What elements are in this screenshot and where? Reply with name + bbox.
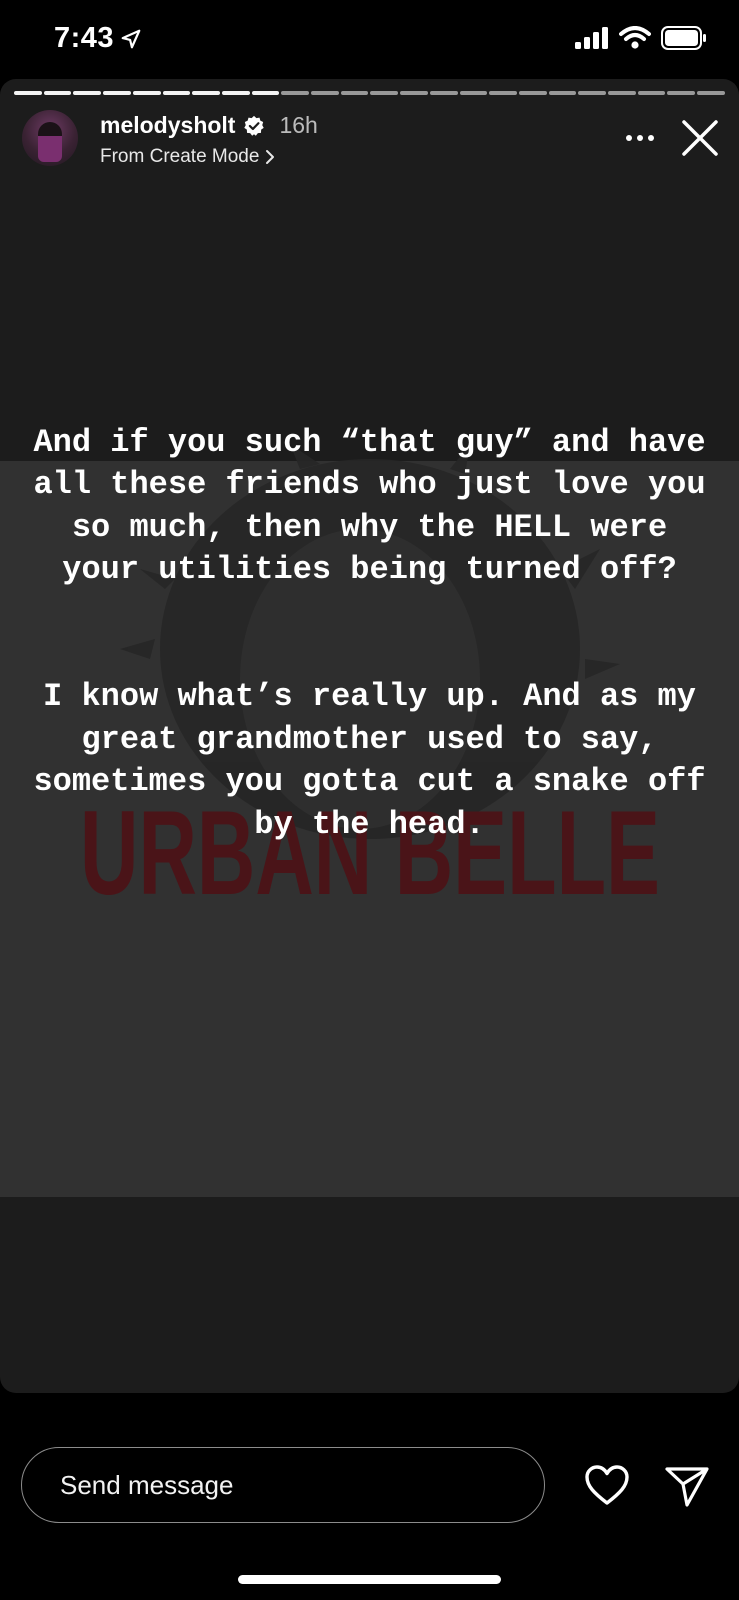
progress-segment — [162, 91, 191, 95]
progress-segment — [518, 91, 547, 95]
send-message-placeholder: Send message — [60, 1469, 234, 1500]
story-paragraph-1: And if you such “that guy” and have all … — [33, 423, 706, 589]
username[interactable]: melodysholt — [100, 112, 235, 139]
more-dots-icon — [626, 135, 654, 141]
home-indicator[interactable] — [238, 1575, 501, 1584]
story-progress-bar — [14, 91, 725, 95]
progress-segment — [192, 91, 220, 95]
story-text: And if you such “that guy” and have all … — [30, 379, 709, 889]
progress-segment — [370, 91, 399, 95]
progress-segment — [667, 91, 696, 95]
post-time-ago: 16h — [279, 112, 318, 138]
progress-segment — [14, 91, 42, 95]
progress-segment — [221, 91, 250, 95]
status-time: 7:43 — [54, 22, 142, 55]
user-line: melodysholt 16h — [100, 112, 318, 139]
story-paragraph-2: I know what’s really up. And as my great… — [33, 678, 706, 843]
progress-segment — [578, 91, 607, 95]
progress-segment — [311, 91, 339, 95]
progress-segment — [281, 91, 310, 95]
progress-segment — [400, 91, 428, 95]
more-options-button[interactable] — [618, 116, 662, 160]
location-arrow-icon — [121, 29, 141, 48]
progress-segment — [637, 91, 666, 95]
progress-segment — [103, 91, 131, 95]
heart-icon[interactable] — [584, 1464, 630, 1506]
wifi-icon — [619, 26, 651, 49]
progress-segment — [548, 91, 577, 95]
create-mode-link[interactable]: From Create Mode — [100, 146, 275, 168]
progress-segment — [340, 91, 369, 95]
progress-segment — [459, 91, 488, 95]
status-icons — [575, 26, 707, 50]
progress-segment — [251, 91, 280, 95]
clock-time: 7:43 — [54, 22, 115, 54]
avatar[interactable] — [22, 110, 78, 166]
status-bar: 7:43 — [0, 0, 739, 80]
send-message-input[interactable]: Send message — [21, 1447, 545, 1523]
chevron-right-icon — [266, 150, 275, 164]
story-viewer[interactable]: URBAN BELLE melodysholt 16h From Create … — [0, 79, 739, 1393]
progress-segment — [608, 91, 636, 95]
progress-segment — [429, 91, 458, 95]
story-header: melodysholt 16h From Create Mode — [22, 110, 722, 170]
battery-icon — [661, 26, 706, 50]
cellular-signal-icon — [575, 27, 608, 49]
close-icon[interactable] — [676, 114, 724, 162]
send-icon[interactable] — [664, 1464, 710, 1508]
progress-segment — [697, 91, 725, 95]
progress-segment — [73, 91, 102, 95]
progress-segment — [132, 91, 161, 95]
progress-segment — [489, 91, 517, 95]
create-mode-label: From Create Mode — [100, 146, 260, 167]
verified-badge-icon — [244, 115, 265, 136]
progress-segment — [43, 91, 72, 95]
